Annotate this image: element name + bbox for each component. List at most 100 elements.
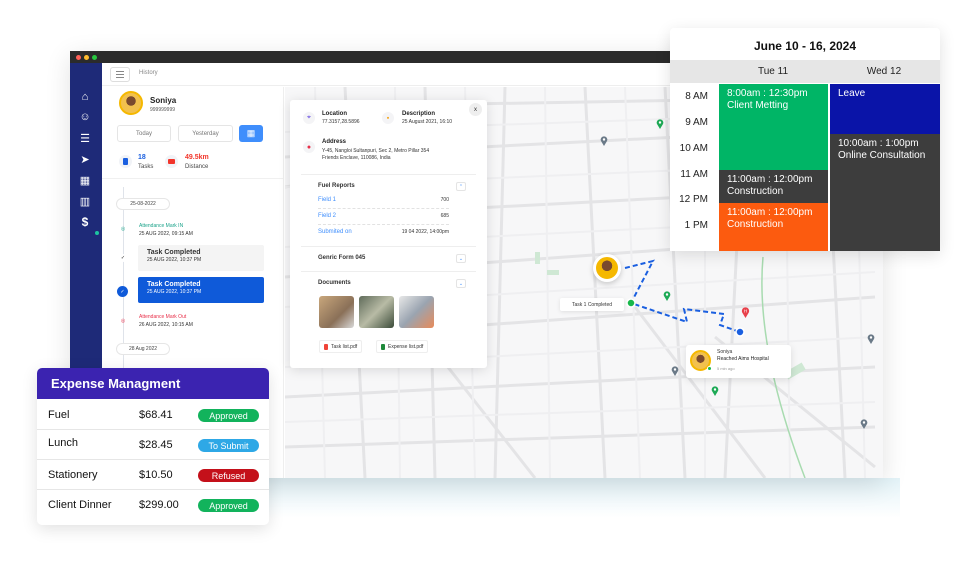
map-pin-icon[interactable] <box>600 136 608 146</box>
status-badge: To Submit <box>198 439 259 452</box>
event-title: Client Metting <box>727 100 789 111</box>
online-indicator <box>707 366 712 371</box>
expense-title: Expense Managment <box>37 368 269 399</box>
current-location-point[interactable] <box>735 327 745 337</box>
calendar-event[interactable]: 10:00am : 1:00pm Online Consultation <box>830 134 940 251</box>
file-chip[interactable]: Expense list.pdf <box>376 340 429 353</box>
expense-row[interactable]: Client Dinner $299.00 Approved <box>37 490 269 520</box>
expense-row[interactable]: Lunch $28.45 To Submit <box>37 430 269 460</box>
document-thumbnail[interactable] <box>399 296 434 328</box>
calendar-event[interactable]: 8:00am : 12:30pm Client Metting <box>719 84 828 170</box>
expense-name: Fuel <box>48 409 70 421</box>
user-location-avatar[interactable] <box>593 254 621 282</box>
sheet-file-icon <box>381 343 385 350</box>
description-value: 25 August 2021, 16:10 <box>402 119 453 125</box>
notification-name: Soniya <box>717 349 733 355</box>
hour-label: 9 AM <box>685 117 708 128</box>
calendar-header: Tue 11 Wed 12 <box>670 60 940 83</box>
address-label: Address <box>322 139 347 145</box>
file-name: Expense list.pdf <box>388 343 424 350</box>
expense-name: Stationery <box>48 469 98 481</box>
expense-amount: $10.50 <box>139 469 173 481</box>
expand-button[interactable]: ⌄ <box>456 254 466 263</box>
map-pin-icon[interactable] <box>711 386 719 396</box>
map-pin-icon[interactable] <box>867 334 875 344</box>
expense-row[interactable]: Stationery $10.50 Refused <box>37 460 269 490</box>
pdf-file-icon <box>324 343 328 350</box>
notification-time: 5 min ago <box>717 366 735 371</box>
document-thumbnail[interactable] <box>319 296 354 328</box>
event-time: 10:00am : 1:00pm <box>838 138 919 149</box>
fuel-reports-title: Fuel Reports <box>318 183 355 189</box>
divider <box>301 174 476 175</box>
status-badge: Approved <box>198 499 259 512</box>
hour-label: 10 AM <box>679 143 708 154</box>
expense-row[interactable]: Fuel $68.41 Approved <box>37 400 269 430</box>
status-badge: Refused <box>198 469 259 482</box>
expense-amount: $28.45 <box>139 439 173 451</box>
field-row: Field 1 700 <box>318 195 449 209</box>
hospital-pin-icon[interactable]: H <box>741 307 750 318</box>
day-column-header: Wed 12 <box>866 66 902 77</box>
field-value: 685 <box>440 213 449 219</box>
hour-label: 11 AM <box>680 169 708 180</box>
location-label: Location <box>322 111 347 117</box>
expense-amount: $68.41 <box>139 409 173 421</box>
event-time: 11:00am : 12:00pm <box>727 174 813 185</box>
map-pin-icon[interactable] <box>860 419 868 429</box>
generic-form-title: Genric Form 045 <box>318 255 366 261</box>
divider <box>301 271 476 272</box>
event-title: Construction <box>727 186 784 197</box>
field-key: Submited on <box>318 229 352 235</box>
hour-label: 8 AM <box>685 91 708 102</box>
collapse-button[interactable]: ⌃ <box>456 182 466 191</box>
task-point[interactable] <box>626 298 636 308</box>
event-time: 8:00am : 12:30pm <box>727 88 808 99</box>
map-pin-icon[interactable] <box>671 366 679 376</box>
chevron-down-icon: ⌄ <box>458 280 464 287</box>
field-key: Field 1 <box>318 197 337 203</box>
task-completed-tag: Task 1 Completed <box>560 298 624 311</box>
calendar-event[interactable]: 11:00am : 12:00pm Construction <box>719 170 828 203</box>
map-pin-icon[interactable] <box>656 119 664 129</box>
weekly-calendar: June 10 - 16, 2024 Tue 11 Wed 12 8 AM 9 … <box>670 28 940 251</box>
event-time: 11:00am : 12:00pm <box>727 207 813 218</box>
expense-management-card: Expense Managment Fuel $68.41 Approved L… <box>37 368 269 525</box>
hour-label: 12 PM <box>679 194 708 205</box>
field-row: Field 2 685 <box>318 211 449 225</box>
event-title: Construction <box>727 219 784 230</box>
close-icon: x <box>474 106 477 113</box>
address-line2: Friends Enclave, 110086, India <box>322 155 391 161</box>
chevron-up-icon: ⌃ <box>458 183 464 190</box>
expand-button[interactable]: ⌄ <box>456 279 466 288</box>
address-line1: Y-45, Nangloi Sultanpuri, Sec 2, Metro P… <box>322 148 430 154</box>
description-label: Description <box>402 111 436 117</box>
calendar-event[interactable]: Leave <box>830 84 940 134</box>
file-name: Task list.pdf <box>331 343 358 350</box>
map-pin-icon[interactable] <box>663 291 671 301</box>
notification-card[interactable]: Soniya Reached Aims Hospital 5 min ago <box>686 345 791 378</box>
event-title: Online Consultation <box>838 150 926 161</box>
hour-label: 1 PM <box>684 220 708 231</box>
event-title: Leave <box>838 88 866 99</box>
file-chip[interactable]: Task list.pdf <box>319 340 363 353</box>
document-thumbnail[interactable] <box>359 296 394 328</box>
description-icon: ▪ <box>382 112 394 124</box>
svg-text:H: H <box>744 309 747 314</box>
address-pin-icon: ● <box>303 141 315 153</box>
close-button[interactable]: x <box>469 103 482 116</box>
expense-amount: $299.00 <box>139 499 179 511</box>
field-row: Submited on 19 04 2022, 14:00pm <box>318 227 449 241</box>
calendar-title: June 10 - 16, 2024 <box>753 39 857 53</box>
chevron-down-icon: ⌄ <box>458 255 464 262</box>
location-value: 77.3157,28.5896 <box>322 119 360 125</box>
task-detail-popup: x ⌖ Location 77.3157,28.5896 ▪ Descripti… <box>290 100 487 368</box>
calendar-event[interactable]: 11:00am : 12:00pm Construction <box>719 203 828 251</box>
field-key: Field 2 <box>318 213 337 219</box>
expense-name: Client Dinner <box>48 499 112 511</box>
notification-message: Reached Aims Hospital <box>717 356 769 362</box>
status-badge: Approved <box>198 409 259 422</box>
location-target-icon: ⌖ <box>303 112 315 124</box>
documents-title: Documents <box>318 280 351 286</box>
field-value: 700 <box>440 197 449 203</box>
